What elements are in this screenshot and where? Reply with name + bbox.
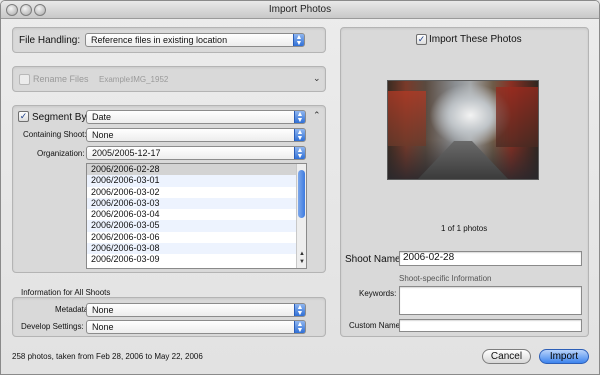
- metadata-popup[interactable]: None ▲ ▼: [86, 303, 306, 317]
- photo-count: 1 of 1 photos: [441, 224, 488, 233]
- window-title: Import Photos: [268, 4, 332, 15]
- import-photos-window: Import Photos File Handling: Reference f…: [0, 0, 600, 375]
- containing-shoot-label: Containing Shoot:: [23, 130, 87, 139]
- example-value: IMG_1952: [131, 75, 169, 84]
- import-these-photos-checkbox[interactable]: ✓: [416, 34, 427, 45]
- containing-shoot-popup[interactable]: None ▲ ▼: [86, 128, 306, 142]
- containing-shoot-value: None: [92, 130, 114, 140]
- metadata-value: None: [92, 305, 114, 315]
- list-item[interactable]: 2006/2006-03-01: [87, 175, 306, 187]
- custom-name-field[interactable]: [399, 319, 582, 332]
- scroll-thumb[interactable]: [298, 170, 305, 218]
- develop-settings-value: None: [92, 322, 114, 332]
- import-preview-panel: ✓ Import These Photos 1 of 1 photos Shoo…: [340, 27, 589, 337]
- list-item[interactable]: 2006/2006-03-04: [87, 209, 306, 220]
- popup-arrows-icon: ▲ ▼: [294, 321, 305, 333]
- segment-panel: ✓ Segment By: Date ▲ ▼ ⌃ Containing Shoot…: [12, 105, 326, 273]
- rename-panel: Rename Files Example: IMG_1952 ⌄: [12, 66, 326, 92]
- status-text: 258 photos, taken from Feb 28, 2006 to M…: [12, 352, 203, 361]
- title-bar: Import Photos: [1, 1, 599, 19]
- shoot-name-label: Shoot Name:: [345, 254, 404, 265]
- shoot-name-field[interactable]: 2006-02-28: [399, 251, 582, 266]
- import-these-photos-label: Import These Photos: [429, 34, 522, 45]
- segment-by-label: Segment By:: [32, 112, 90, 123]
- scroll-down-icon[interactable]: ▼: [297, 259, 306, 267]
- popup-arrows-icon: ▲ ▼: [294, 304, 305, 316]
- develop-settings-label: Develop Settings:: [21, 322, 84, 331]
- file-handling-label: File Handling:: [19, 35, 81, 46]
- segment-by-popup[interactable]: Date ▲ ▼: [86, 110, 306, 124]
- segment-by-value: Date: [92, 112, 112, 122]
- list-scrollbar[interactable]: ▲ ▼: [296, 164, 306, 268]
- collapse-chevron-icon[interactable]: ⌃: [313, 110, 321, 121]
- list-item[interactable]: 2006/2006-03-03: [87, 197, 306, 210]
- all-shoots-panel: Metadata: None ▲ ▼ Develop Settings: None…: [12, 297, 326, 337]
- photo-preview[interactable]: [387, 80, 539, 180]
- shoot-specific-heading: Shoot-specific Information: [399, 274, 492, 283]
- example-label: Example:: [99, 75, 133, 84]
- list-item[interactable]: 2006/2006-03-09: [87, 254, 306, 265]
- popup-arrows-icon: ▲ ▼: [293, 34, 304, 46]
- list-item[interactable]: 2006/2006-02-28: [87, 164, 306, 176]
- list-item[interactable]: 2006/2006-03-08: [87, 243, 306, 255]
- expand-chevron-icon[interactable]: ⌄: [313, 73, 321, 84]
- file-handling-panel: File Handling: Reference files in existi…: [12, 27, 326, 53]
- popup-arrows-icon: ▲ ▼: [294, 129, 305, 141]
- rename-files-label: Rename Files: [33, 74, 89, 84]
- custom-name-label: Custom Name:: [349, 321, 403, 330]
- organization-popup[interactable]: 2005/2005-12-17 ▲ ▼: [86, 146, 306, 160]
- all-shoots-heading: Information for All Shoots: [21, 288, 111, 297]
- rename-files-checkbox[interactable]: [19, 74, 30, 85]
- scroll-up-icon[interactable]: ▲: [297, 251, 306, 259]
- organization-value: 2005/2005-12-17: [92, 148, 161, 158]
- shoot-list[interactable]: 2006/2006-02-28 2006/2006-03-01 2006/200…: [86, 163, 307, 269]
- popup-arrows-icon: ▲ ▼: [294, 111, 305, 123]
- list-item[interactable]: 2006/2006-03-05: [87, 220, 306, 232]
- list-item[interactable]: 2006/2006-03-02: [87, 187, 306, 198]
- popup-arrows-icon: ▲ ▼: [294, 147, 305, 159]
- file-handling-popup[interactable]: Reference files in existing location ▲ ▼: [85, 33, 305, 47]
- cancel-button[interactable]: Cancel: [482, 349, 531, 364]
- list-item[interactable]: 2006/2006-03-06: [87, 232, 306, 243]
- keywords-label: Keywords:: [359, 289, 397, 298]
- organization-label: Organization:: [37, 149, 85, 158]
- segment-by-checkbox[interactable]: ✓: [18, 111, 29, 122]
- file-handling-value: Reference files in existing location: [91, 35, 228, 45]
- keywords-field[interactable]: [399, 286, 582, 315]
- import-button[interactable]: Import: [539, 349, 589, 364]
- develop-settings-popup[interactable]: None ▲ ▼: [86, 320, 306, 334]
